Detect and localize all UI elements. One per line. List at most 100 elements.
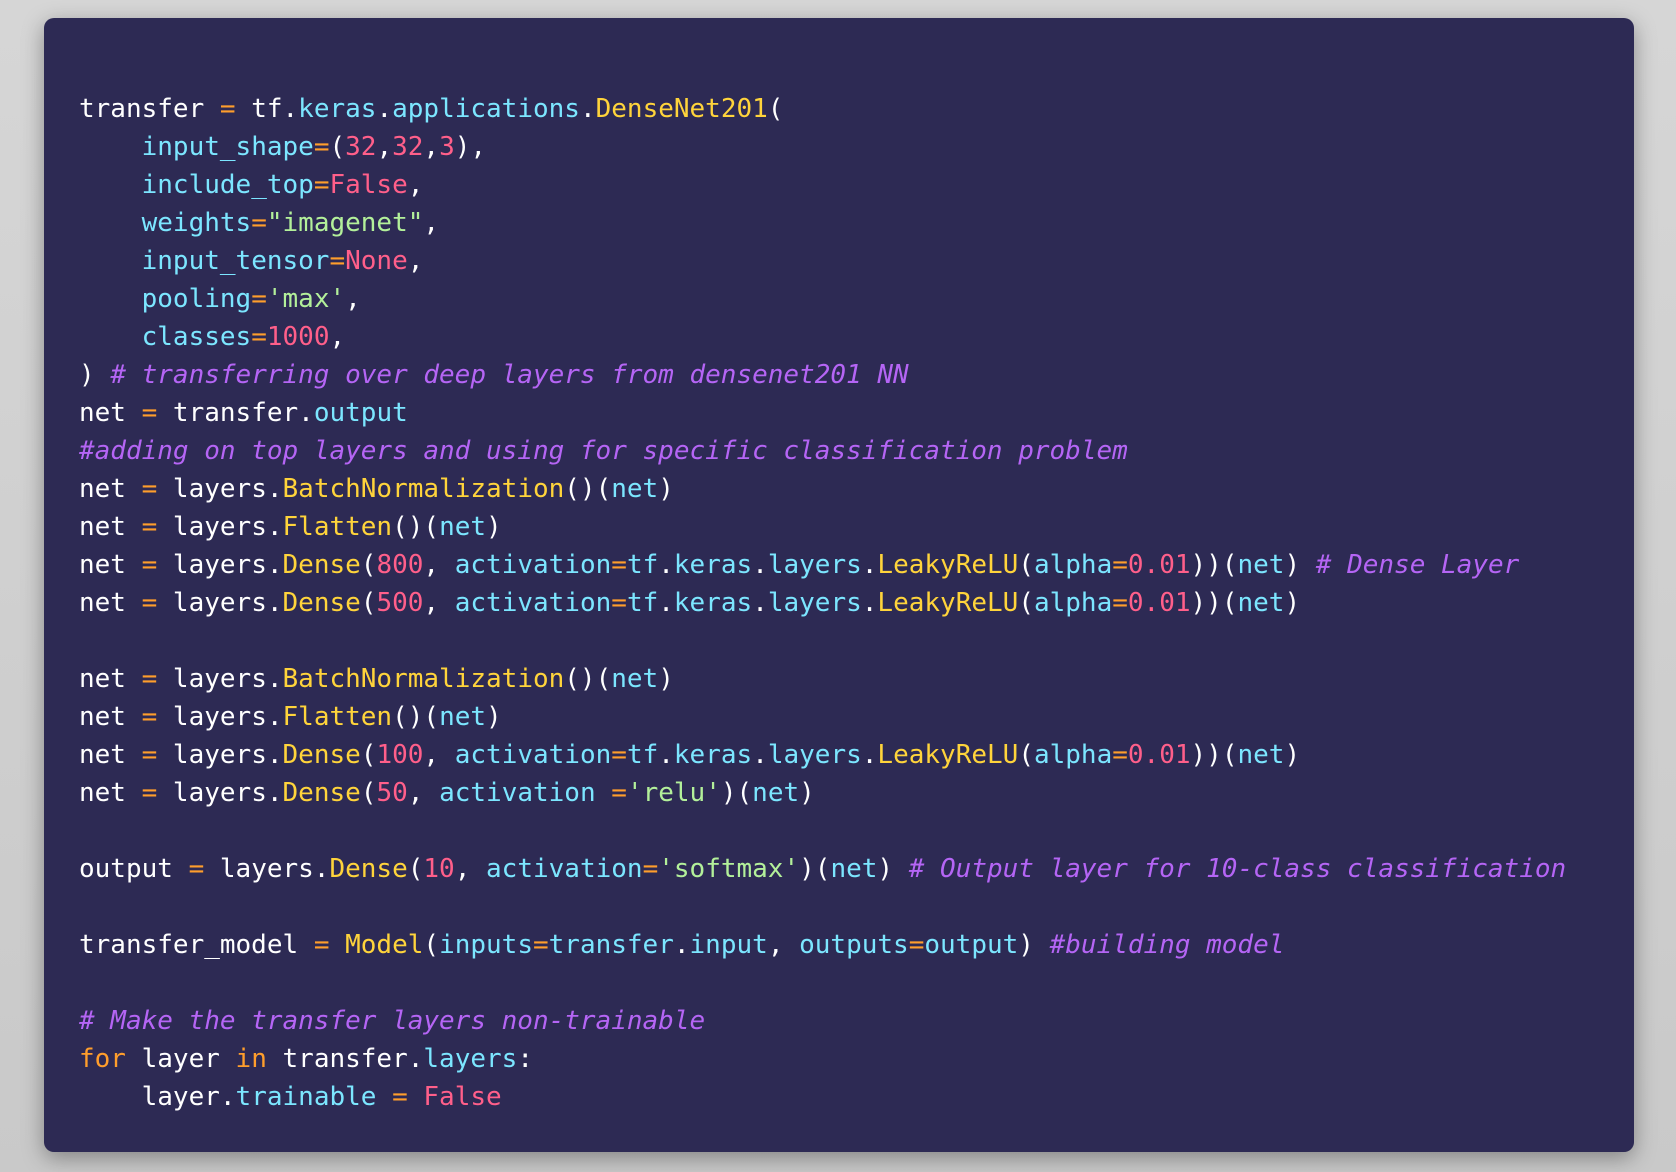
code-token-attr: alpha xyxy=(1033,588,1113,618)
code-line: input_shape=(32,32,3), xyxy=(79,128,1634,166)
code-line: layer.trainable = False xyxy=(79,1078,1634,1116)
code-token-str: 'relu' xyxy=(626,778,721,808)
code-line: transfer = tf.keras.applications.DenseNe… xyxy=(79,90,1634,128)
code-token-plain: layer. xyxy=(79,1082,236,1112)
code-token-cmt: #adding on top layers and using for spec… xyxy=(79,436,1128,466)
code-token-plain: , xyxy=(423,208,440,238)
code-token-op: = xyxy=(219,94,236,124)
code-token-op: = xyxy=(141,588,158,618)
code-line: net = layers.Flatten()(net) xyxy=(79,508,1634,546)
code-token-plain: . xyxy=(861,550,878,580)
code-token-plain: layers. xyxy=(157,550,283,580)
code-token-attr: keras xyxy=(673,740,753,770)
code-token-plain: ))( xyxy=(1190,740,1238,770)
code-token-plain: output xyxy=(79,854,189,884)
code-token-func: Dense xyxy=(282,740,361,770)
code-line: net = layers.Dense(500, activation=tf.ke… xyxy=(79,584,1634,622)
code-token-op: = xyxy=(141,550,158,580)
code-token-func: BatchNormalization xyxy=(282,664,565,694)
code-token-cmt: # Dense Layer xyxy=(1315,550,1520,580)
code-token-op: = xyxy=(642,854,659,884)
code-token-op: = xyxy=(1112,740,1128,770)
code-token-kw: in xyxy=(235,1044,267,1074)
code-token-num: 3 xyxy=(439,132,455,162)
code-line: transfer_model = Model(inputs=transfer.i… xyxy=(79,926,1634,964)
code-token-func: LeakyReLU xyxy=(877,550,1019,580)
code-token-num: 32 xyxy=(392,132,424,162)
code-token-const: False xyxy=(329,170,408,200)
code-token-attr: applications xyxy=(392,94,580,124)
code-token-plain: ) xyxy=(486,702,502,732)
code-token-func: Flatten xyxy=(282,512,393,542)
code-token-plain: ( xyxy=(360,588,377,618)
code-token-attr: net xyxy=(1237,588,1285,618)
code-token-plain: , xyxy=(345,284,361,314)
code-token-attr: keras xyxy=(298,94,377,124)
code-line: net = layers.Flatten()(net) xyxy=(79,698,1634,736)
code-token-plain: ()( xyxy=(564,664,612,694)
code-token-str: "imagenet" xyxy=(266,208,424,238)
code-token-op: = xyxy=(313,930,330,960)
code-token-op: = xyxy=(392,1082,408,1112)
code-token-plain: ) xyxy=(658,474,674,504)
code-token-plain: ) xyxy=(79,360,111,390)
code-token-plain: net xyxy=(79,740,142,770)
code-line: net = layers.Dense(50, activation ='relu… xyxy=(79,774,1634,812)
code-token-plain: ))( xyxy=(1190,550,1238,580)
code-token-plain: net xyxy=(79,702,142,732)
code-token-func: Dense xyxy=(282,778,361,808)
code-token-plain: )( xyxy=(799,854,831,884)
code-token-func: LeakyReLU xyxy=(877,740,1019,770)
code-token-num: 0.01 xyxy=(1127,550,1191,580)
code-token-attr: include_top xyxy=(141,170,314,200)
code-token-attr: layers xyxy=(767,588,862,618)
code-token-attr: activation xyxy=(439,778,596,808)
code-token-op: = xyxy=(532,930,549,960)
code-token-attr: layers xyxy=(767,740,862,770)
code-token-cmt: #building model xyxy=(1049,930,1285,960)
code-token-plain: , xyxy=(454,854,487,884)
code-token-attr: classes xyxy=(141,322,252,352)
code-token-plain: ( xyxy=(1018,550,1034,580)
code-token-op: = xyxy=(313,170,330,200)
code-token-attr: tf xyxy=(626,740,659,770)
code-token-attr: input_shape xyxy=(141,132,314,162)
code-token-op: = xyxy=(251,322,267,352)
code-token-str: 'softmax' xyxy=(658,854,800,884)
code-token-plain: , xyxy=(329,322,346,352)
code-line: net = layers.Dense(100, activation=tf.ke… xyxy=(79,736,1634,774)
code-token-num: 1000 xyxy=(266,322,330,352)
code-token-attr: inputs xyxy=(439,930,533,960)
code-token-plain: ( xyxy=(1018,588,1034,618)
code-line: #adding on top layers and using for spec… xyxy=(79,432,1634,470)
code-token-plain: ( xyxy=(1018,740,1034,770)
code-token-num: 0.01 xyxy=(1127,740,1191,770)
code-token-func: Dense xyxy=(282,550,361,580)
code-token-attr: net xyxy=(611,474,659,504)
code-token-attr: alpha xyxy=(1033,740,1113,770)
code-token-num: 100 xyxy=(376,740,424,770)
code-token-attr: net xyxy=(1237,740,1285,770)
code-token-func: BatchNormalization xyxy=(282,474,565,504)
code-token-attr: input_tensor xyxy=(141,246,330,276)
code-token-plain: ( xyxy=(767,94,784,124)
code-token-plain: tf. xyxy=(235,94,299,124)
code-token-plain: , xyxy=(423,132,440,162)
code-token-const: None xyxy=(345,246,408,276)
code-token-plain: net xyxy=(79,474,142,504)
code-token-plain: . xyxy=(658,588,674,618)
code-token-op: = xyxy=(141,702,158,732)
code-token-op: = xyxy=(141,778,158,808)
code-token-plain: transfer_model xyxy=(79,930,314,960)
code-token-op: = xyxy=(329,246,346,276)
code-token-plain: ) xyxy=(1284,550,1316,580)
code-token-plain: layers. xyxy=(157,512,283,542)
code-token-num: 500 xyxy=(376,588,424,618)
code-token-op: = xyxy=(251,284,267,314)
code-token-plain: , xyxy=(767,930,800,960)
